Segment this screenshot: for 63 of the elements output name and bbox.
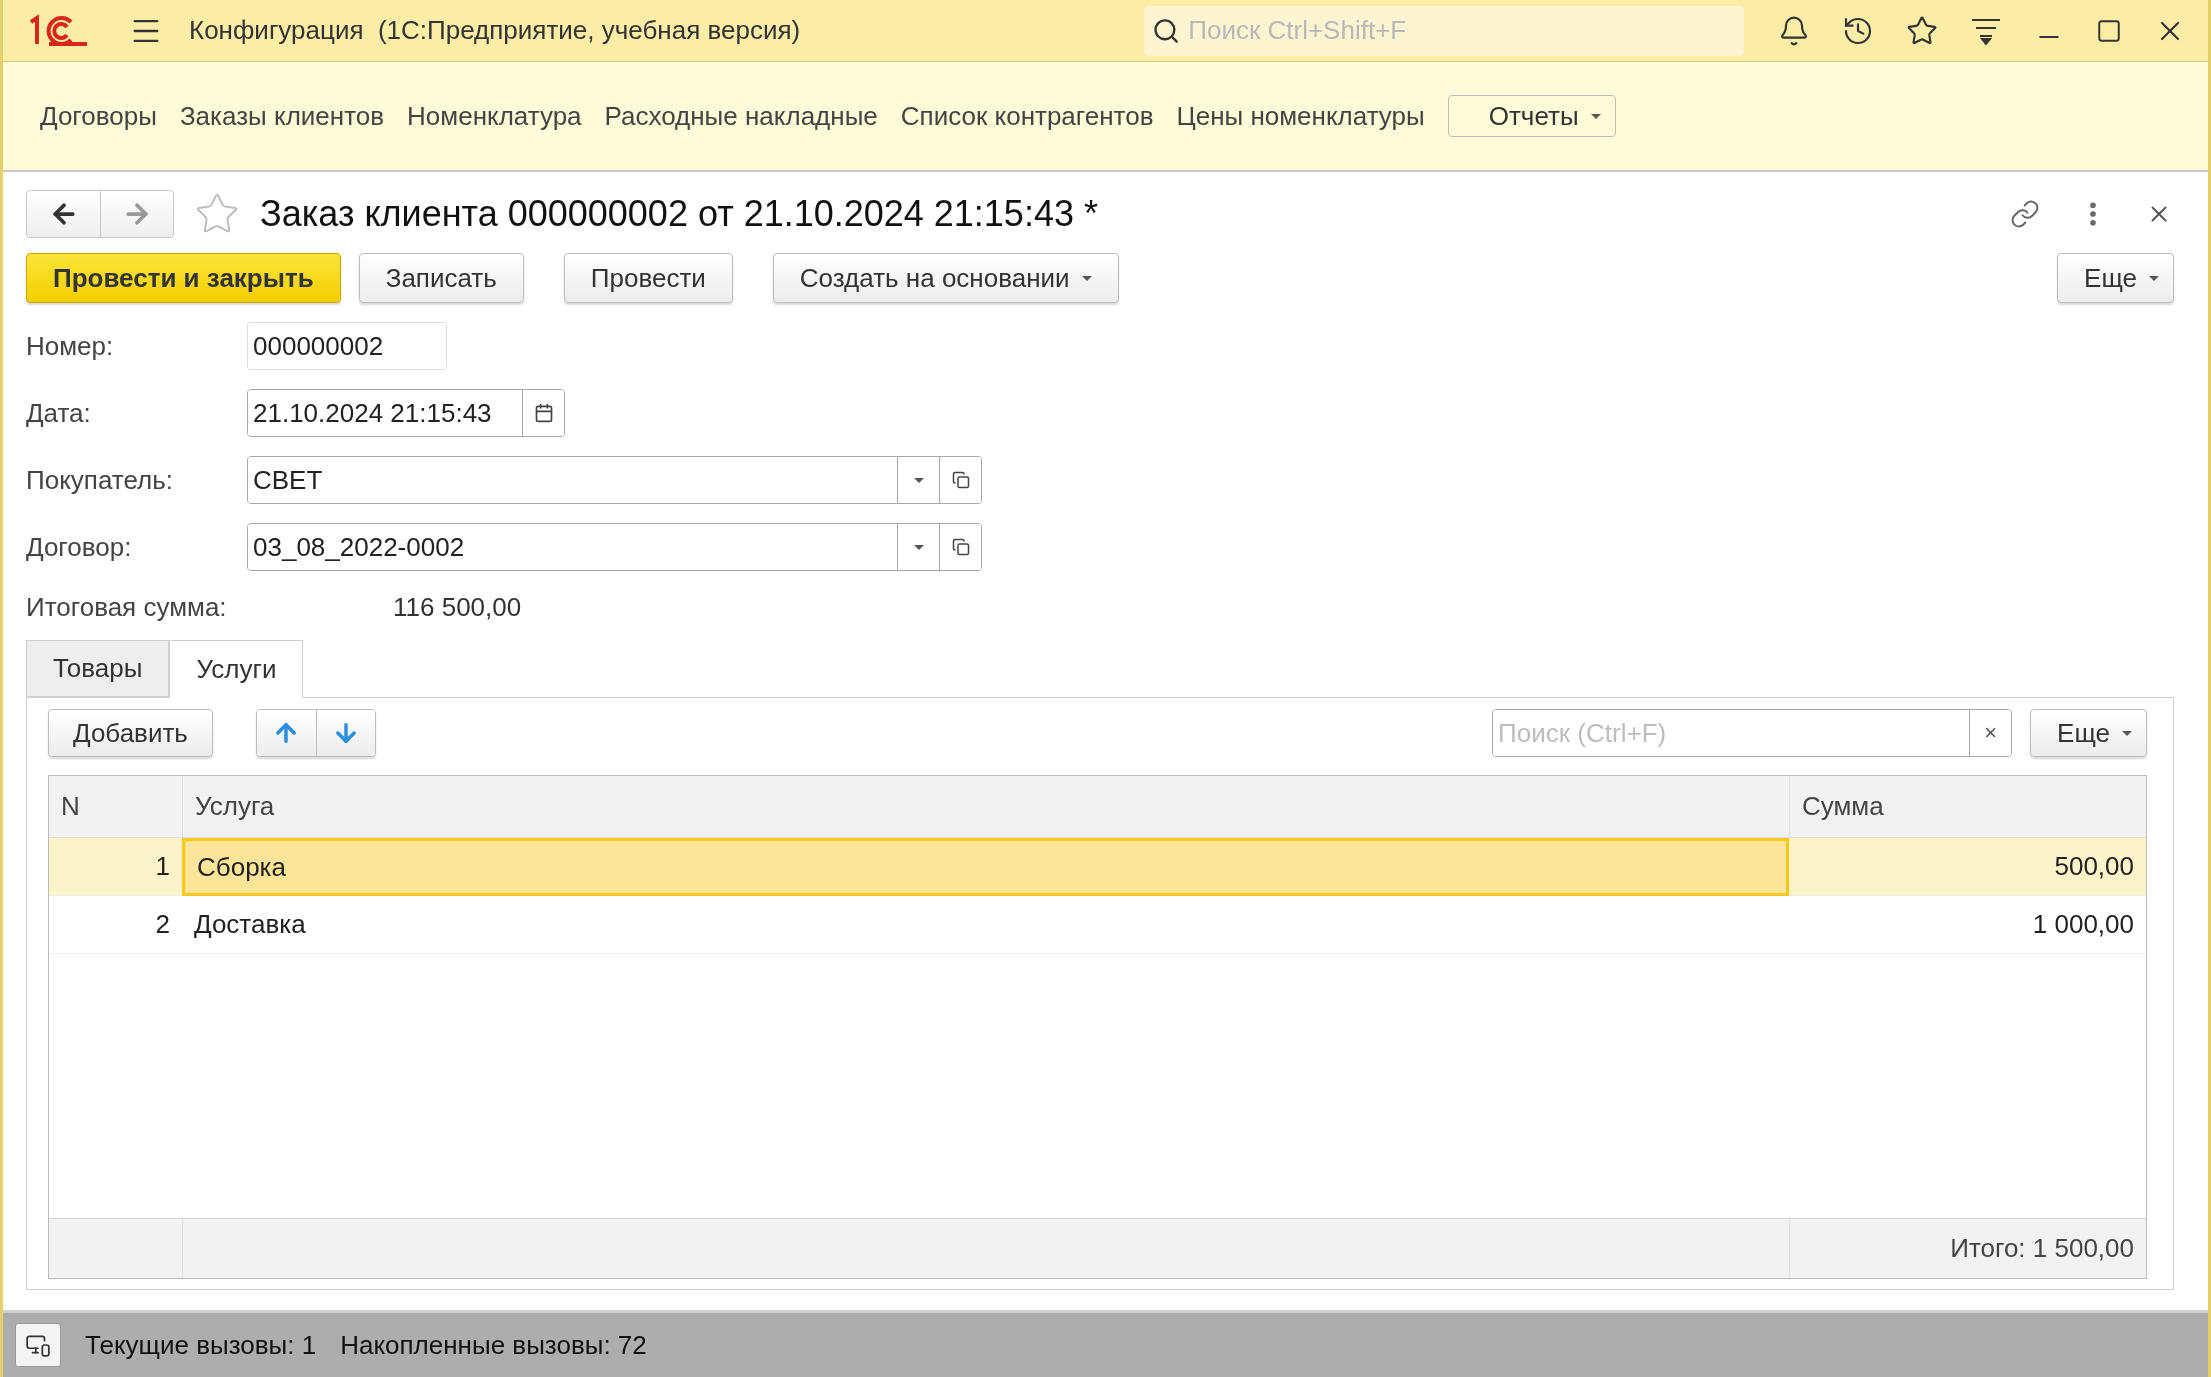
table-cell: 1: [49, 838, 182, 896]
calendar-button[interactable]: [522, 390, 564, 436]
command-button[interactable]: Провести: [563, 253, 733, 303]
window-title: Конфигурация (1С:Предприятие, учебная версия): [189, 15, 801, 46]
copy-icon: [951, 471, 970, 489]
column-header[interactable]: N: [49, 776, 182, 838]
caret-icon: [913, 544, 924, 550]
column-header[interactable]: Услуга: [182, 776, 1789, 838]
maximize-icon[interactable]: [2096, 17, 2122, 44]
windows-button[interactable]: [15, 1323, 61, 1367]
column-header[interactable]: Сумма: [1789, 776, 2146, 838]
search-field[interactable]: Поиск Ctrl+Shift+F: [1144, 5, 1744, 56]
tab[interactable]: Услуги: [169, 640, 304, 698]
field-label: Покупатель:: [26, 464, 174, 496]
open-button[interactable]: [939, 524, 981, 570]
section-link[interactable]: Заказы клиентов: [179, 100, 385, 132]
field-label: Дата:: [26, 397, 92, 429]
section-link[interactable]: Расходные накладные: [604, 100, 878, 132]
status-text: Накопленные вызовы: 72: [340, 1329, 647, 1361]
field-label: Номер:: [26, 330, 115, 362]
input-field[interactable]: 000000002: [248, 323, 446, 369]
table-cell: Сборка: [182, 838, 1789, 896]
move-down-button[interactable]: [315, 710, 375, 756]
caret-icon: [1590, 113, 1601, 119]
search-field[interactable]: Поиск (Ctrl+F) ×: [1492, 709, 2013, 757]
section-link[interactable]: Номенклатура: [407, 100, 582, 132]
search-input[interactable]: Поиск Ctrl+Shift+F: [1186, 14, 1736, 47]
field-frame[interactable]: 21.10.2024 21:15:43: [247, 389, 565, 437]
caret-icon: [2122, 730, 2132, 736]
open-button[interactable]: [939, 457, 981, 503]
command-button[interactable]: Записать: [358, 253, 524, 303]
table-cell: 500,00: [1789, 838, 2146, 896]
reports-button[interactable]: Отчеты: [1447, 95, 1616, 137]
total-label: Итоговая сумма:: [26, 591, 228, 623]
command-button[interactable]: Провести и закрыть: [26, 253, 341, 303]
copy-icon: [951, 538, 970, 556]
link-icon[interactable]: [2010, 199, 2040, 229]
caret-icon: [2149, 275, 2159, 281]
field-frame[interactable]: СВЕТ: [247, 456, 982, 504]
caret-icon: [1081, 275, 1092, 281]
status-text: Текущие вызовы: 1: [85, 1329, 317, 1361]
caret-icon: [913, 477, 924, 483]
section-link[interactable]: Цены номенклатуры: [1176, 100, 1425, 132]
add-button[interactable]: Добавить: [48, 709, 213, 757]
form-title: Заказ клиента 000000002 от 21.10.2024 21:15:43 *: [260, 193, 1098, 235]
tab[interactable]: Товары: [26, 640, 170, 697]
clear-button[interactable]: ×: [1969, 710, 2012, 756]
section-link[interactable]: Список контрагентов: [900, 100, 1154, 132]
star-icon[interactable]: [1906, 14, 1938, 47]
footer-total: Итого: 1 500,00: [1950, 1233, 2134, 1264]
bell-icon[interactable]: [1778, 14, 1810, 47]
calendar-icon: [533, 403, 554, 423]
move-up-button[interactable]: [256, 710, 316, 756]
command-button[interactable]: Создать на основании: [772, 253, 1119, 303]
filter-icon[interactable]: [1970, 16, 2002, 45]
more-button[interactable]: Еще: [2030, 709, 2147, 757]
total-value: 116 500,00: [393, 591, 522, 623]
field-frame[interactable]: 03_08_2022-0002: [247, 523, 982, 571]
field-label: Договор:: [26, 531, 133, 563]
monitors-icon: [25, 1332, 51, 1358]
section-link[interactable]: Договоры: [40, 100, 157, 132]
logo-icon: [27, 13, 89, 48]
more-button[interactable]: Еще: [2057, 253, 2174, 303]
